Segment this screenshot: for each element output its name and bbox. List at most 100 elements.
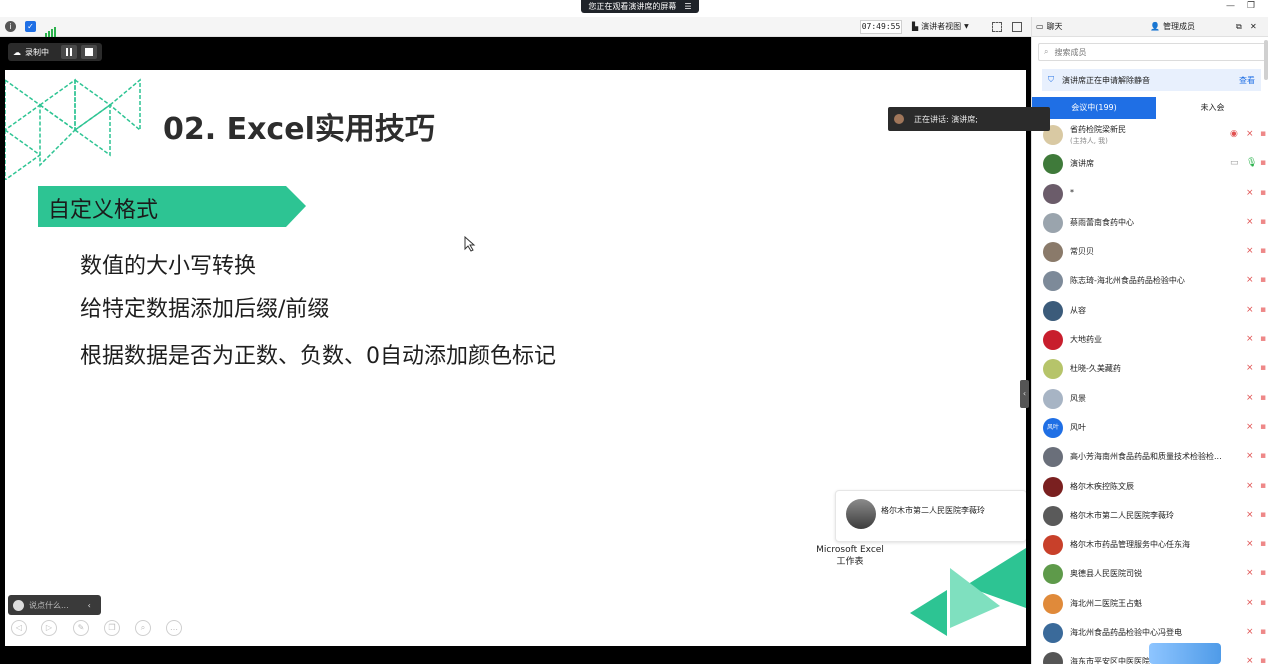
member-row[interactable]: 高小芳海南州食品药品和质量技术检验检... ⨯ ▪ bbox=[1032, 442, 1268, 471]
mic-muted-icon[interactable]: ⨯ bbox=[1246, 422, 1254, 432]
member-name: 从容 bbox=[1070, 305, 1086, 315]
member-row[interactable]: 格尔木市第二人民医院李薇玲 ⨯ ▪ bbox=[1032, 501, 1268, 530]
minimize-icon[interactable]: — bbox=[1226, 1, 1235, 11]
tab-chat-label: 聊天 bbox=[1046, 22, 1063, 31]
camera-off-icon[interactable]: ▪ bbox=[1260, 422, 1266, 432]
watch-icon[interactable]: ◉ bbox=[1230, 130, 1238, 139]
camera-off-icon[interactable]: ▪ bbox=[1260, 540, 1266, 549]
camera-off-icon[interactable]: ▪ bbox=[1260, 452, 1266, 461]
tab-members-label: 管理成员 bbox=[1162, 22, 1195, 31]
camera-off-icon[interactable]: ▪ bbox=[1260, 510, 1266, 520]
member-row[interactable]: 蔡雨蕾南食药中心 ⨯ ▪ bbox=[1032, 208, 1268, 237]
camera-off-icon[interactable]: ▪ bbox=[1260, 598, 1266, 608]
mic-muted-icon[interactable]: ⨯ bbox=[1246, 276, 1254, 285]
mic-muted-icon[interactable]: ⨯ bbox=[1246, 628, 1254, 637]
member-row[interactable]: 省药检院梁新民 (主持人, 我) ◉ ⨯ ▪ bbox=[1032, 120, 1268, 149]
camera-off-icon[interactable]: ▪ bbox=[1260, 364, 1266, 373]
member-row[interactable]: 格尔木市药品管理服务中心任东海 ⨯ ▪ bbox=[1032, 530, 1268, 559]
camera-off-icon[interactable]: ▪ bbox=[1260, 569, 1266, 578]
popout-icon[interactable]: ⧉ bbox=[1236, 17, 1242, 37]
camera-off-icon[interactable]: ▪ bbox=[1260, 276, 1266, 285]
mic-muted-icon[interactable]: ⨯ bbox=[1246, 393, 1254, 403]
next-icon[interactable]: ▷ bbox=[41, 620, 57, 636]
mic-muted-icon[interactable]: ⨯ bbox=[1246, 217, 1254, 227]
mic-muted-icon[interactable]: ⨯ bbox=[1246, 452, 1254, 461]
search-input[interactable] bbox=[1054, 47, 1235, 57]
sidebar-toggle-icon[interactable] bbox=[1012, 22, 1022, 32]
member-row[interactable]: 奥德县人民医院司锐 ⨯ ▪ bbox=[1032, 559, 1268, 588]
camera-off-icon[interactable]: ▪ bbox=[1260, 159, 1266, 168]
member-row[interactable]: 格尔木疾控陈文辰 ⨯ ▪ bbox=[1032, 472, 1268, 501]
camera-off-icon[interactable]: ▪ bbox=[1260, 247, 1266, 256]
tab-chat[interactable]: ▭ 聊天 bbox=[1036, 17, 1063, 37]
camera-off-icon[interactable]: ▪ bbox=[1260, 657, 1266, 664]
restore-icon[interactable]: ❐ bbox=[1247, 1, 1255, 11]
stop-recording-button[interactable] bbox=[81, 45, 97, 59]
menu-icon[interactable]: ☰ bbox=[684, 0, 691, 13]
member-row[interactable]: 风叶 风叶 ⨯ ▪ bbox=[1032, 413, 1268, 442]
excel-object-label[interactable]: Microsoft Excel 工作表 bbox=[805, 544, 895, 568]
mic-muted-icon[interactable]: ⨯ bbox=[1246, 130, 1254, 139]
camera-off-icon[interactable]: ▪ bbox=[1260, 335, 1266, 344]
more-icon[interactable]: … bbox=[166, 620, 182, 636]
scrollbar[interactable] bbox=[1264, 40, 1268, 80]
screen-share-banner[interactable]: 您正在观看演讲席的屏幕 ☰ bbox=[581, 0, 699, 13]
tab-not-joined[interactable]: 未入会 bbox=[1156, 97, 1268, 119]
member-row[interactable]: 常贝贝 ⨯ ▪ bbox=[1032, 237, 1268, 266]
pause-recording-button[interactable] bbox=[61, 45, 77, 59]
mic-muted-icon[interactable]: ⨯ bbox=[1246, 188, 1254, 198]
member-row[interactable]: * ⨯ ▪ bbox=[1032, 179, 1268, 208]
fullscreen-icon[interactable] bbox=[992, 22, 1002, 32]
mic-muted-icon[interactable]: ⨯ bbox=[1246, 481, 1254, 491]
member-row[interactable]: 陈志琦-海北州食品药品检验中心 ⨯ ▪ bbox=[1032, 266, 1268, 295]
camera-off-icon[interactable]: ▪ bbox=[1260, 481, 1266, 491]
mic-muted-icon[interactable]: ⨯ bbox=[1246, 364, 1254, 373]
emoji-icon[interactable] bbox=[13, 599, 24, 611]
user-icon: 👤 bbox=[1150, 22, 1160, 31]
pen-icon[interactable]: ✎ bbox=[73, 620, 89, 636]
participant-hover-card[interactable]: 格尔木市第二人民医院李薇玲 bbox=[835, 490, 1026, 542]
tab-members[interactable]: 👤 管理成员 bbox=[1150, 17, 1195, 37]
info-icon[interactable]: i bbox=[5, 21, 16, 32]
mic-muted-icon[interactable]: ⨯ bbox=[1246, 657, 1254, 664]
tab-in-meeting[interactable]: 会议中(199) bbox=[1032, 97, 1156, 119]
mic-muted-icon[interactable]: ⨯ bbox=[1246, 569, 1254, 578]
mic-muted-icon[interactable]: ⨯ bbox=[1246, 247, 1254, 256]
member-row[interactable]: 演讲席 ▭ 🎙 ▪ bbox=[1032, 149, 1268, 178]
mic-muted-icon[interactable]: ⨯ bbox=[1246, 510, 1254, 520]
member-row[interactable]: 风景 ⨯ ▪ bbox=[1032, 384, 1268, 413]
member-row[interactable]: 海北州二医院王占魁 ⨯ ▪ bbox=[1032, 589, 1268, 618]
camera-off-icon[interactable]: ▪ bbox=[1260, 188, 1266, 198]
mic-muted-icon[interactable]: ⨯ bbox=[1246, 540, 1254, 549]
member-row[interactable]: 从容 ⨯ ▪ bbox=[1032, 296, 1268, 325]
member-name: 海北州食品药品检验中心冯登电 bbox=[1070, 628, 1182, 638]
floating-video-thumbnail[interactable] bbox=[1149, 643, 1221, 664]
view-request-link[interactable]: 查看 bbox=[1239, 75, 1255, 86]
presenter-view-dropdown[interactable]: ▙ 演讲者视图 ▼ bbox=[912, 20, 982, 34]
camera-off-icon[interactable]: ▪ bbox=[1260, 628, 1266, 637]
members-panel: ▭ 聊天 👤 管理成员 ⧉ ✕ ⌕ ⛉ 演讲席正在申请解除静音 查看 会议中(1… bbox=[1031, 17, 1268, 664]
previous-icon[interactable]: ◁ bbox=[11, 620, 27, 636]
member-search[interactable]: ⌕ bbox=[1038, 43, 1266, 61]
member-row[interactable]: 大地药业 ⨯ ▪ bbox=[1032, 325, 1268, 354]
mic-muted-icon[interactable]: ⨯ bbox=[1246, 335, 1254, 344]
member-row[interactable]: 杜晓-久美藏药 ⨯ ▪ bbox=[1032, 354, 1268, 383]
mic-muted-icon[interactable]: ⨯ bbox=[1246, 598, 1254, 608]
copy-icon[interactable]: ❐ bbox=[104, 620, 120, 636]
camera-off-icon[interactable]: ▪ bbox=[1260, 217, 1266, 227]
hover-card-name: 格尔木市第二人民医院李薇玲 bbox=[881, 506, 985, 515]
camera-off-icon[interactable]: ▪ bbox=[1260, 305, 1266, 315]
mic-on-icon[interactable]: 🎙 bbox=[1246, 159, 1257, 168]
shield-icon[interactable]: ✓ bbox=[25, 21, 36, 32]
camera-off-icon[interactable]: ▪ bbox=[1260, 393, 1266, 403]
collapse-handle[interactable]: ‹ bbox=[1020, 380, 1029, 408]
member-name: 格尔木市第二人民医院李薇玲 bbox=[1070, 510, 1174, 520]
zoom-icon[interactable]: ⌕ bbox=[135, 620, 151, 636]
slide-title: 02. Excel实用技巧 bbox=[163, 112, 435, 147]
avatar bbox=[1043, 535, 1063, 556]
chevron-left-icon[interactable]: ‹ bbox=[88, 601, 91, 610]
close-icon[interactable]: ✕ bbox=[1250, 17, 1257, 37]
chat-input-box[interactable]: 说点什么... ‹ bbox=[8, 595, 101, 615]
mic-muted-icon[interactable]: ⨯ bbox=[1246, 305, 1254, 315]
camera-off-icon[interactable]: ▪ bbox=[1260, 130, 1266, 139]
